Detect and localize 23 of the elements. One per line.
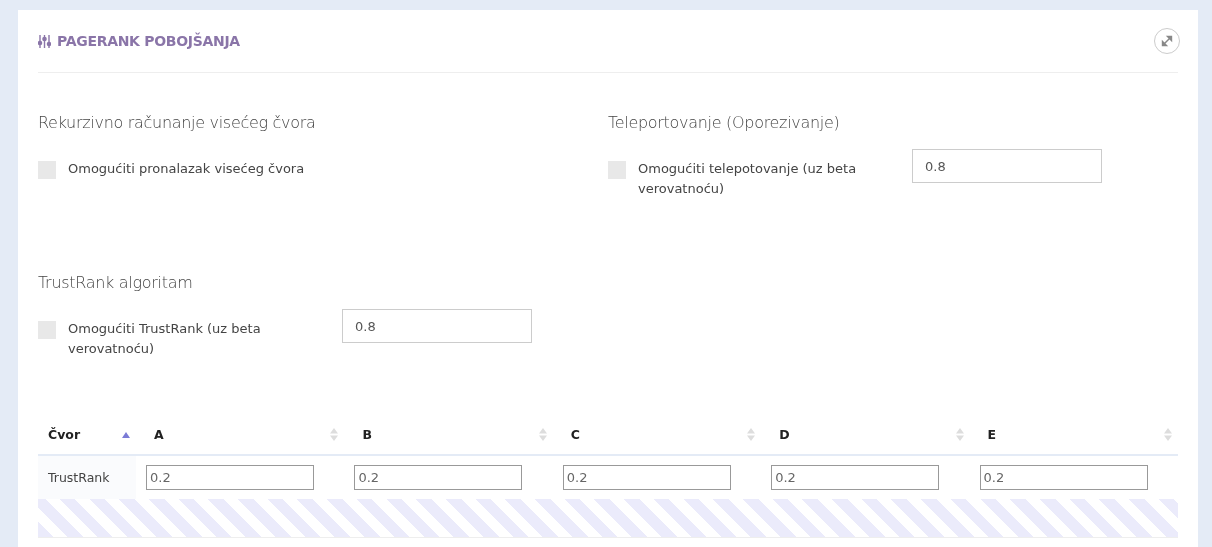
trustrank-input[interactable]: 0.2 xyxy=(562,465,731,490)
checkbox-label: Omogućiti pronalazak visećeg čvora xyxy=(68,160,305,178)
expand-button[interactable] xyxy=(1154,28,1180,54)
checkbox-label: Omogućiti TrustRank (uz beta verovatnoću) xyxy=(68,320,262,358)
trustrank-input[interactable]: 0.2 xyxy=(979,465,1148,490)
beta-input[interactable]: 0.8 xyxy=(342,309,532,343)
trustrank-input[interactable]: 0.2 xyxy=(354,465,523,490)
panel-title: PAGERANK POBOJŠANJA xyxy=(57,33,240,49)
beta-input[interactable]: 0.8 xyxy=(912,149,1102,183)
row-label: TrustRank xyxy=(38,455,136,499)
section-title: Teleportovanje (Oporezivanje) xyxy=(608,113,841,132)
sliders-icon xyxy=(38,34,51,48)
column-header[interactable]: E xyxy=(969,415,1178,455)
column-header[interactable]: B xyxy=(344,415,553,455)
column-header[interactable]: A xyxy=(136,415,345,455)
trustrank-input[interactable]: 0.2 xyxy=(771,465,940,490)
column-header[interactable]: D xyxy=(761,415,970,455)
checkbox-label: Omogućiti telepotovanje (uz beta verovatnoću) xyxy=(638,160,858,198)
section-title: TrustRank algoritam xyxy=(38,273,194,292)
expand-icon xyxy=(1161,35,1173,47)
trustrank-input[interactable]: 0.2 xyxy=(146,465,314,490)
column-header[interactable]: C xyxy=(552,415,762,455)
section-title: Rekurzivno računanje visećeg čvora xyxy=(38,113,317,132)
